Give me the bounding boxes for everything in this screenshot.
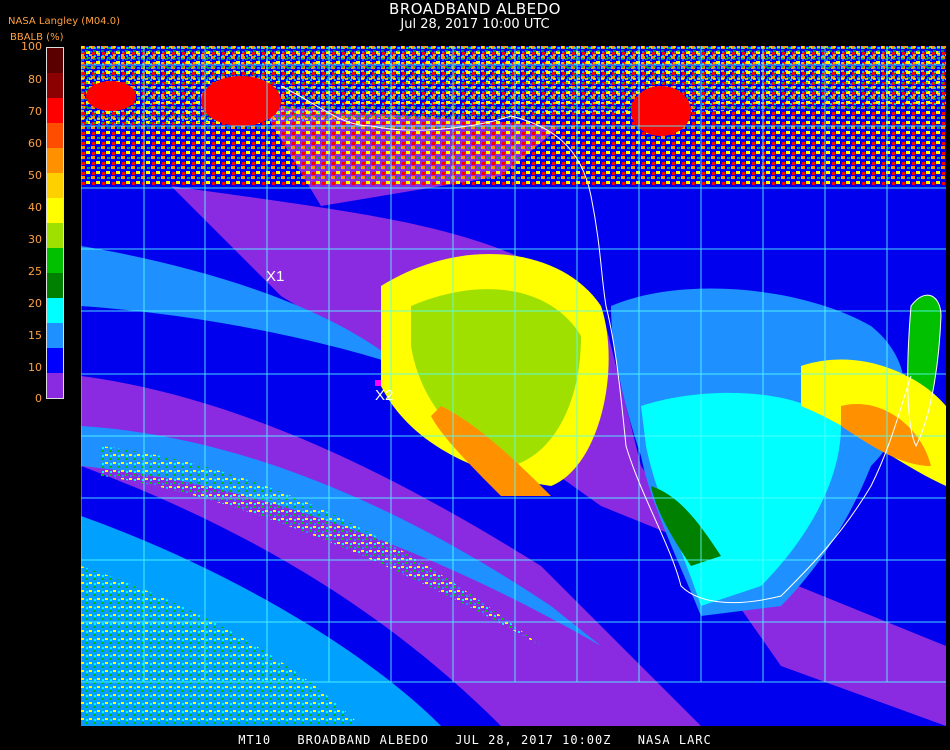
footer-code: MT10 <box>238 733 272 747</box>
colorbar-tick-60: 60 <box>28 137 42 150</box>
colorbar-swatch <box>47 273 63 298</box>
colorbar-swatch <box>47 348 63 373</box>
data-source-label: NASA Langley (M04.0) <box>8 16 120 27</box>
colorbar <box>46 47 64 399</box>
footer-product: BROADBAND ALBEDO <box>297 733 429 747</box>
colorbar-tick-15: 15 <box>28 329 42 342</box>
footer-caption: MT10 BROADBAND ALBEDO JUL 28, 2017 10:00… <box>0 733 950 747</box>
colorbar-tick-100: 100 <box>21 40 42 53</box>
colorbar-swatch <box>47 123 63 148</box>
x2-point <box>375 380 381 386</box>
marker-x1: X1 <box>266 268 285 285</box>
colorbar-swatch <box>47 298 63 323</box>
colorbar-swatch <box>47 173 63 198</box>
colorbar-tick-30: 30 <box>28 233 42 246</box>
colorbar-swatch <box>47 323 63 348</box>
colorbar-tick-10: 10 <box>28 361 42 374</box>
albedo-map-svg <box>81 46 946 726</box>
colorbar-swatch <box>47 223 63 248</box>
map-datetime: Jul 28, 2017 10:00 UTC <box>400 17 550 32</box>
colorbar-tick-0: 0 <box>35 392 42 405</box>
colorbar-swatch <box>47 198 63 223</box>
colorbar-tick-50: 50 <box>28 169 42 182</box>
colorbar-tick-70: 70 <box>28 105 42 118</box>
colorbar-swatch <box>47 248 63 273</box>
colorbar-swatch <box>47 98 63 123</box>
footer-date: JUL 28, 2017 10:00Z <box>455 733 612 747</box>
albedo-map <box>81 46 946 726</box>
colorbar-swatch <box>47 48 63 73</box>
colorbar-swatch <box>47 73 63 98</box>
colorbar-swatch <box>47 148 63 173</box>
marker-x2: X2 <box>375 387 394 404</box>
map-title: BROADBAND ALBEDO <box>389 0 561 18</box>
colorbar-tick-80: 80 <box>28 73 42 86</box>
colorbar-swatch <box>47 373 63 398</box>
footer-org: NASA LARC <box>637 733 712 747</box>
colorbar-tick-25: 25 <box>28 265 42 278</box>
colorbar-tick-40: 40 <box>28 201 42 214</box>
colorbar-tick-20: 20 <box>28 297 42 310</box>
